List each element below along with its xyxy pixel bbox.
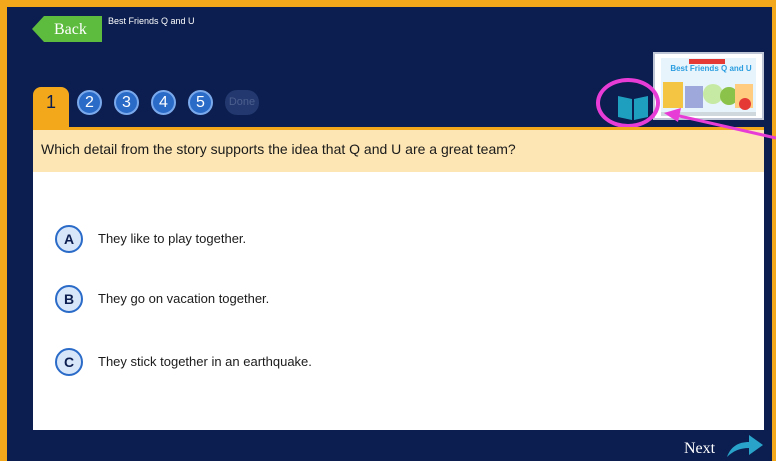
tab-done: Done — [225, 90, 259, 115]
option-text-a[interactable]: They like to play together. — [98, 231, 246, 246]
story-title: Best Friends Q and U — [108, 16, 195, 26]
question-prompt: Which detail from the story supports the… — [33, 127, 764, 172]
option-letter-c[interactable]: C — [55, 348, 83, 376]
tab-question-2[interactable]: 2 — [77, 90, 102, 115]
next-arrow-icon[interactable] — [725, 432, 765, 459]
tab-question-4[interactable]: 4 — [151, 90, 176, 115]
option-text-b[interactable]: They go on vacation together. — [98, 291, 269, 306]
highlight-circle — [596, 78, 660, 128]
story-thumbnail[interactable]: Best Friends Q and U — [653, 52, 764, 120]
thumbnail-title: Best Friends Q and U — [670, 64, 752, 73]
tab-question-3[interactable]: 3 — [114, 90, 139, 115]
answer-panel: A They like to play together. B They go … — [33, 172, 764, 430]
option-letter-a[interactable]: A — [55, 225, 83, 253]
tab-question-1[interactable]: 1 — [33, 87, 69, 127]
next-button[interactable]: Next — [684, 440, 715, 458]
option-text-c[interactable]: They stick together in an earthquake. — [98, 354, 312, 369]
option-letter-b[interactable]: B — [55, 285, 83, 313]
tab-question-5[interactable]: 5 — [188, 90, 213, 115]
back-button[interactable]: Back — [32, 16, 102, 42]
